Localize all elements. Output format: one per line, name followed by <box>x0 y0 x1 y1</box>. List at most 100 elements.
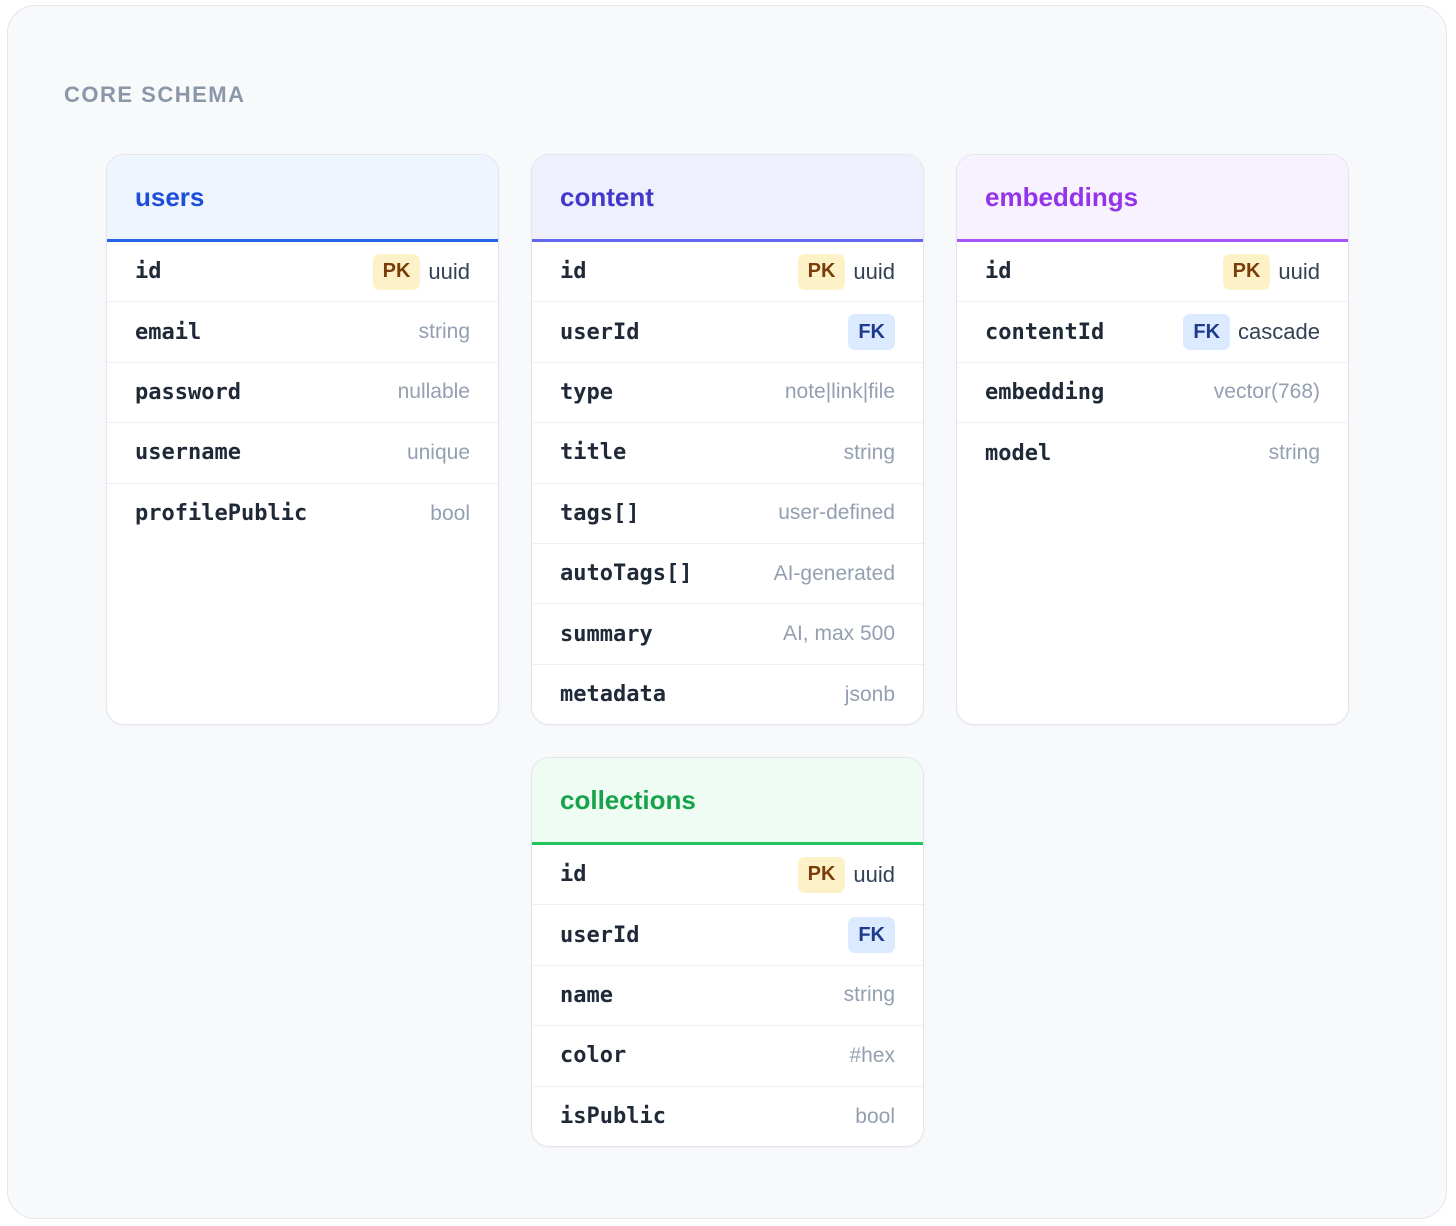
foreign-key-badge: FK <box>848 314 895 351</box>
field-type: uuid <box>428 258 470 284</box>
section-title: CORE SCHEMA <box>64 82 246 107</box>
primary-key-badge: PK <box>797 253 846 290</box>
field-name: profilePublic <box>135 501 308 527</box>
foreign-key-badge: FK <box>848 917 895 954</box>
field-meta: user-defined <box>778 501 895 525</box>
table-row-id: id PK uuid <box>532 242 923 303</box>
field-meta: bool <box>855 1105 895 1129</box>
table-row-color: color #hex <box>532 1026 923 1087</box>
field-note: jsonb <box>844 682 895 706</box>
field-meta: nullable <box>398 380 470 404</box>
field-note: AI, max 500 <box>782 622 895 646</box>
table-row-userid: userId FK <box>532 302 923 363</box>
table-row-type: type note|link|file <box>532 363 923 424</box>
table-header-users: users <box>107 155 498 242</box>
table-rows: id PK uuid email string password nullable usern… <box>107 242 498 544</box>
field-name: metadata <box>560 682 666 708</box>
field-meta: string <box>844 983 895 1007</box>
field-note: vector(768) <box>1213 380 1320 404</box>
table-row-id: id PK uuid <box>957 242 1348 303</box>
table-row-contentid: contentId FK cascade <box>957 302 1348 363</box>
field-meta: FK cascade <box>1183 314 1320 351</box>
field-name: isPublic <box>560 1104 666 1130</box>
field-meta: FK <box>848 314 895 351</box>
table-card-embeddings: embeddings id PK uuid contentId FK cascade embe… <box>956 154 1349 725</box>
field-name: summary <box>560 621 653 647</box>
field-name: autoTags[] <box>560 561 693 587</box>
primary-key-badge: PK <box>372 253 421 290</box>
table-header-embeddings: embeddings <box>957 155 1348 242</box>
field-name: contentId <box>985 319 1105 345</box>
table-row-profilepublic: profilePublic bool <box>107 484 498 544</box>
table-title: embeddings <box>985 181 1139 212</box>
field-meta: bool <box>430 502 470 526</box>
table-row-name: name string <box>532 966 923 1027</box>
table-row-tags: tags[] user-defined <box>532 484 923 544</box>
field-note: AI-generated <box>773 561 895 585</box>
table-card-content: content id PK uuid userId FK type note|link|fil… <box>531 154 924 725</box>
table-header-content: content <box>532 155 923 242</box>
table-card-users: users id PK uuid email string password nullable… <box>106 154 499 725</box>
field-name: name <box>560 982 613 1008</box>
field-meta: jsonb <box>845 683 895 707</box>
foreign-key-badge: FK <box>1183 314 1231 351</box>
table-row-ispublic: isPublic bool <box>532 1087 923 1146</box>
field-note: #hex <box>849 1043 895 1067</box>
field-meta: string <box>1269 441 1320 465</box>
primary-key-badge: PK <box>1222 253 1271 290</box>
field-note: unique <box>406 440 470 464</box>
table-row-autotags: autoTags[] AI-generated <box>532 544 923 605</box>
table-title: content <box>560 181 654 212</box>
field-meta: AI-generated <box>774 562 895 586</box>
table-rows: id PK uuid userId FK type note|link|file title s… <box>532 242 923 724</box>
field-name: embedding <box>985 379 1105 405</box>
field-type: uuid <box>853 258 895 284</box>
table-row-email: email string <box>107 302 498 363</box>
field-meta: unique <box>407 441 470 465</box>
table-rows: id PK uuid contentId FK cascade embedding vecto… <box>957 242 1348 484</box>
field-meta: AI, max 500 <box>783 622 895 646</box>
field-name: model <box>985 440 1052 466</box>
field-name: id <box>985 259 1012 285</box>
table-header-collections: collections <box>532 758 923 845</box>
table-row-summary: summary AI, max 500 <box>532 604 923 665</box>
field-meta: PK uuid <box>797 253 895 290</box>
table-title: collections <box>560 784 696 815</box>
field-type: uuid <box>1278 258 1320 284</box>
table-row-userid: userId FK <box>532 905 923 966</box>
table-row-password: password nullable <box>107 363 498 424</box>
field-meta: note|link|file <box>785 380 895 404</box>
table-row-username: username unique <box>107 423 498 484</box>
table-title: users <box>135 181 205 212</box>
field-note: string <box>1268 441 1320 465</box>
table-row-metadata: metadata jsonb <box>532 665 923 724</box>
table-rows: id PK uuid userId FK name string color #hex isPub… <box>532 845 923 1146</box>
primary-key-badge: PK <box>797 856 846 893</box>
field-type: uuid <box>853 861 895 887</box>
field-meta: PK uuid <box>1222 253 1320 290</box>
field-name: userId <box>560 922 640 948</box>
field-note: string <box>843 440 895 464</box>
field-name: email <box>135 319 202 345</box>
field-name: userId <box>560 319 640 345</box>
field-note: string <box>418 320 470 344</box>
field-meta: PK uuid <box>797 856 895 893</box>
field-note: note|link|file <box>784 380 895 404</box>
field-name: password <box>135 379 241 405</box>
field-meta: #hex <box>849 1044 895 1068</box>
field-name: id <box>135 259 162 285</box>
table-row-id: id PK uuid <box>532 845 923 906</box>
field-name: color <box>560 1043 627 1069</box>
table-row-id: id PK uuid <box>107 242 498 303</box>
field-name: title <box>560 440 627 466</box>
field-name: id <box>560 862 587 888</box>
field-meta: PK uuid <box>372 253 470 290</box>
field-note: nullable <box>397 380 470 404</box>
table-row-model: model string <box>957 423 1348 483</box>
field-meta: string <box>844 441 895 465</box>
field-note: bool <box>855 1104 895 1128</box>
field-type: cascade <box>1238 319 1320 345</box>
field-name: tags[] <box>560 500 640 526</box>
field-name: id <box>560 259 587 285</box>
field-name: type <box>560 379 613 405</box>
